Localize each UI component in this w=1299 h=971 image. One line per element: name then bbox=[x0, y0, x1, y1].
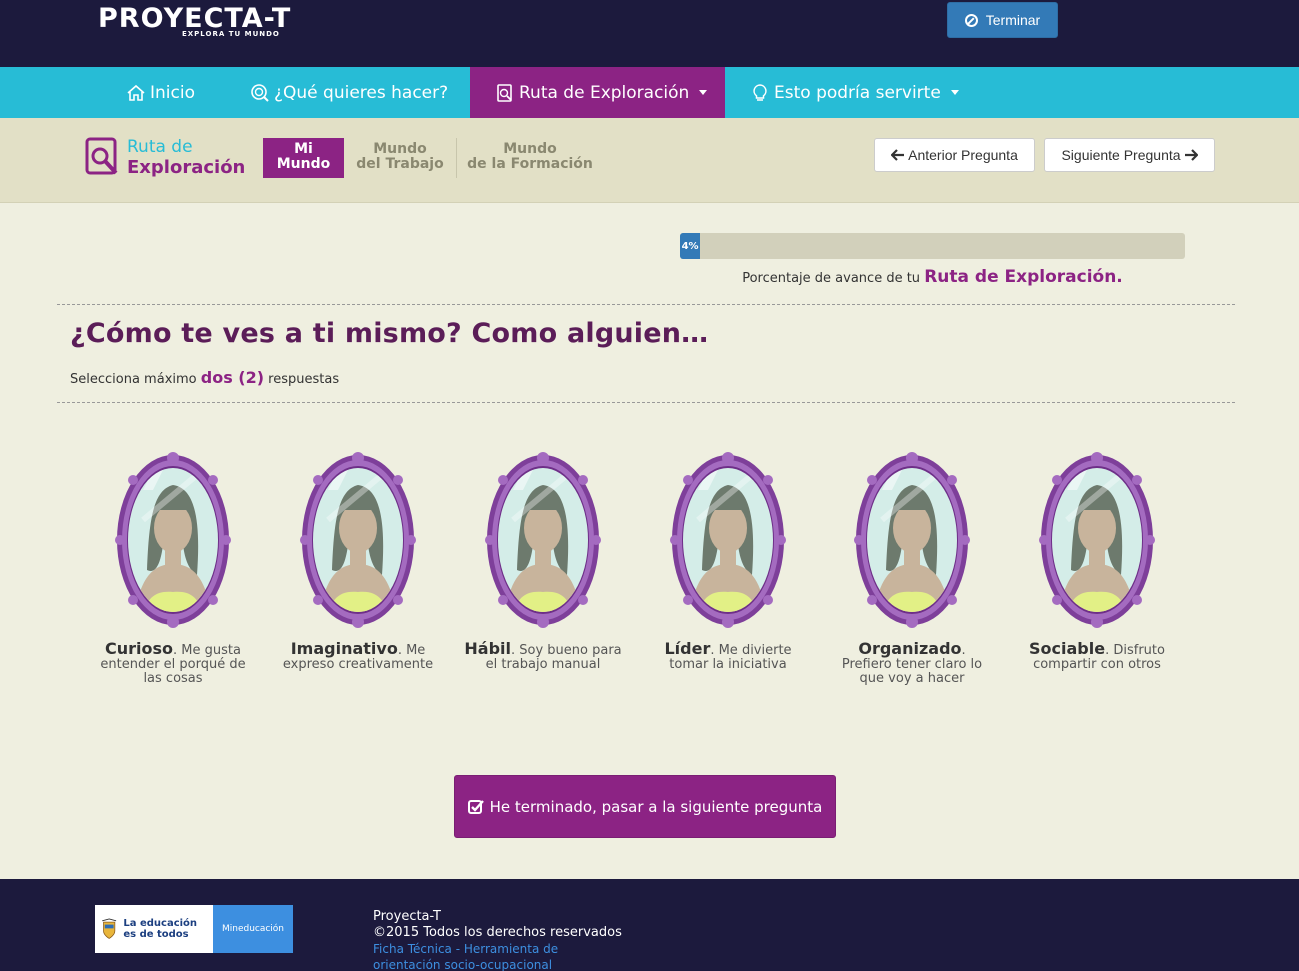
tab-divider bbox=[456, 138, 457, 178]
tab-line1: Mundo bbox=[503, 141, 557, 157]
nav-label: ¿Qué quieres hacer? bbox=[274, 82, 449, 103]
answer-title: Hábil bbox=[464, 639, 511, 658]
submit-answer-button[interactable]: He terminado, pasar a la siguiente pregu… bbox=[454, 775, 836, 838]
mineducacion-logo[interactable]: La educación es de todos Mineducación bbox=[95, 905, 293, 953]
nav-label: Inicio bbox=[150, 82, 195, 103]
mirror-portrait-icon bbox=[670, 452, 786, 628]
proyecta-t-logo[interactable]: PROYECTA-T EXPLORA TU MUNDO bbox=[98, 4, 326, 40]
divider bbox=[57, 304, 1235, 305]
home-icon bbox=[127, 84, 145, 101]
answer-image[interactable] bbox=[483, 450, 603, 630]
lightbulb-icon bbox=[753, 83, 767, 101]
ruta-exploracion-logo: Ruta de Exploración bbox=[85, 137, 245, 179]
question-title: ¿Cómo te ves a ti mismo? Como alguien… bbox=[70, 318, 709, 349]
terminar-label: Terminar bbox=[985, 12, 1041, 28]
chevron-down-icon bbox=[950, 90, 959, 95]
education-logo-box: La educación es de todos bbox=[95, 905, 213, 953]
footer-copyright: ©2015 Todos los derechos reservados bbox=[373, 925, 622, 940]
footer-name: Proyecta-T bbox=[373, 909, 441, 924]
answer-title: Sociable bbox=[1029, 639, 1106, 658]
mineducacion-label: Mineducación bbox=[213, 905, 293, 953]
search-doc-icon bbox=[85, 137, 118, 175]
progress-caption-text: Porcentaje de avance de tu bbox=[742, 271, 925, 286]
tab-line1: Mi bbox=[294, 141, 313, 157]
nav-item-ruta-exploracion[interactable]: Ruta de Exploración bbox=[470, 67, 725, 118]
ruta-title-line2: Exploración bbox=[127, 157, 246, 178]
search-doc-icon bbox=[497, 83, 512, 102]
coat-of-arms-icon bbox=[102, 918, 117, 939]
answer-title: Curioso bbox=[105, 639, 174, 658]
answer-caption: Hábil. Soy bueno para el trabajo manual bbox=[463, 639, 623, 672]
answer-image[interactable] bbox=[298, 450, 418, 630]
ban-icon bbox=[964, 13, 978, 27]
answer-caption: Organizado. Prefiero tener claro lo que … bbox=[832, 639, 992, 686]
answer-caption: Imaginativo. Me expreso creativamente bbox=[278, 639, 438, 672]
divider bbox=[57, 402, 1235, 403]
answer-image[interactable] bbox=[668, 450, 788, 630]
arrow-right-icon bbox=[1184, 149, 1198, 161]
tab-mi-mundo[interactable]: Mi Mundo bbox=[263, 138, 344, 178]
chevron-down-icon bbox=[699, 90, 708, 95]
arrow-left-icon bbox=[891, 149, 905, 161]
answer-title: Organizado bbox=[858, 639, 962, 658]
nav-item-inicio[interactable]: Inicio bbox=[126, 67, 195, 118]
tab-mundo-del-trabajo[interactable]: Mundo del Trabajo bbox=[352, 138, 448, 178]
answer-title: Líder bbox=[664, 639, 711, 658]
answer-image[interactable] bbox=[1037, 450, 1157, 630]
answer-caption: Curioso. Me gusta entender el porqué de … bbox=[93, 639, 253, 686]
nav-label: Esto podría servirte bbox=[774, 82, 941, 103]
logo-tagline: EXPLORA TU MUNDO bbox=[182, 30, 280, 38]
instruction-prefix: Selecciona máximo bbox=[70, 372, 201, 387]
progress-caption: Porcentaje de avance de tu Ruta de Explo… bbox=[680, 267, 1185, 287]
mirror-portrait-icon bbox=[300, 452, 416, 628]
answer-caption: Sociable. Disfruto compartir con otros bbox=[1017, 639, 1177, 672]
submit-label: He terminado, pasar a la siguiente pregu… bbox=[489, 797, 823, 816]
check-square-icon bbox=[467, 799, 484, 814]
mirror-portrait-icon bbox=[854, 452, 970, 628]
mirror-portrait-icon bbox=[485, 452, 601, 628]
ficha-tecnica-link-line2[interactable]: orientación socio-ocupacional bbox=[373, 957, 622, 971]
question-instruction: Selecciona máximo dos (2) respuestas bbox=[70, 368, 339, 387]
terminar-button[interactable]: Terminar bbox=[947, 2, 1058, 38]
mirror-portrait-icon bbox=[1039, 452, 1155, 628]
anterior-pregunta-button[interactable]: Anterior Pregunta bbox=[874, 138, 1035, 172]
tab-line1: Mundo bbox=[373, 141, 427, 157]
top-header: PROYECTA-T EXPLORA TU MUNDO Terminar bbox=[0, 0, 1299, 67]
footer-info: Proyecta-T ©2015 Todos los derechos rese… bbox=[373, 909, 622, 971]
answer-title: Imaginativo bbox=[290, 639, 398, 658]
progress-fill: 4% bbox=[680, 233, 701, 259]
mirror-portrait-icon bbox=[115, 452, 231, 628]
ruta-title-line1: Ruta de bbox=[127, 137, 193, 157]
answer-image[interactable] bbox=[113, 450, 233, 630]
footer: La educación es de todos Mineducación Pr… bbox=[0, 879, 1299, 971]
nav-label: Ruta de Exploración bbox=[519, 82, 690, 103]
education-slogan: La educación es de todos bbox=[123, 918, 198, 940]
tab-line2: Mundo bbox=[276, 156, 331, 172]
tab-mundo-de-la-formacion[interactable]: Mundo de la Formación bbox=[466, 138, 594, 178]
ficha-tecnica-link[interactable]: Ficha Técnica - Herramienta de bbox=[373, 941, 622, 957]
progress-caption-highlight: Ruta de Exploración. bbox=[924, 267, 1123, 287]
instruction-suffix: respuestas bbox=[264, 372, 340, 387]
progress-bar: 4% bbox=[680, 233, 1185, 259]
nav-item-esto-podria-servirte[interactable]: Esto podría servirte bbox=[750, 67, 959, 118]
instruction-highlight: dos (2) bbox=[200, 368, 265, 387]
siguiente-label: Siguiente Pregunta bbox=[1061, 147, 1181, 163]
anterior-label: Anterior Pregunta bbox=[908, 147, 1018, 163]
search-icon bbox=[251, 83, 269, 102]
siguiente-pregunta-button[interactable]: Siguiente Pregunta bbox=[1044, 138, 1215, 172]
tab-line2: de la Formación bbox=[467, 156, 593, 172]
tab-line2: del Trabajo bbox=[356, 156, 444, 172]
main-nav: Inicio ¿Qué quieres hacer? Ruta de Explo… bbox=[0, 67, 1299, 118]
answer-caption: Líder. Me divierte tomar la iniciativa bbox=[648, 639, 808, 672]
sub-navigation: Ruta de Exploración Mi Mundo Mundo del T… bbox=[0, 118, 1299, 203]
nav-item-que-quieres-hacer[interactable]: ¿Qué quieres hacer? bbox=[250, 67, 448, 118]
answer-image[interactable] bbox=[852, 450, 972, 630]
